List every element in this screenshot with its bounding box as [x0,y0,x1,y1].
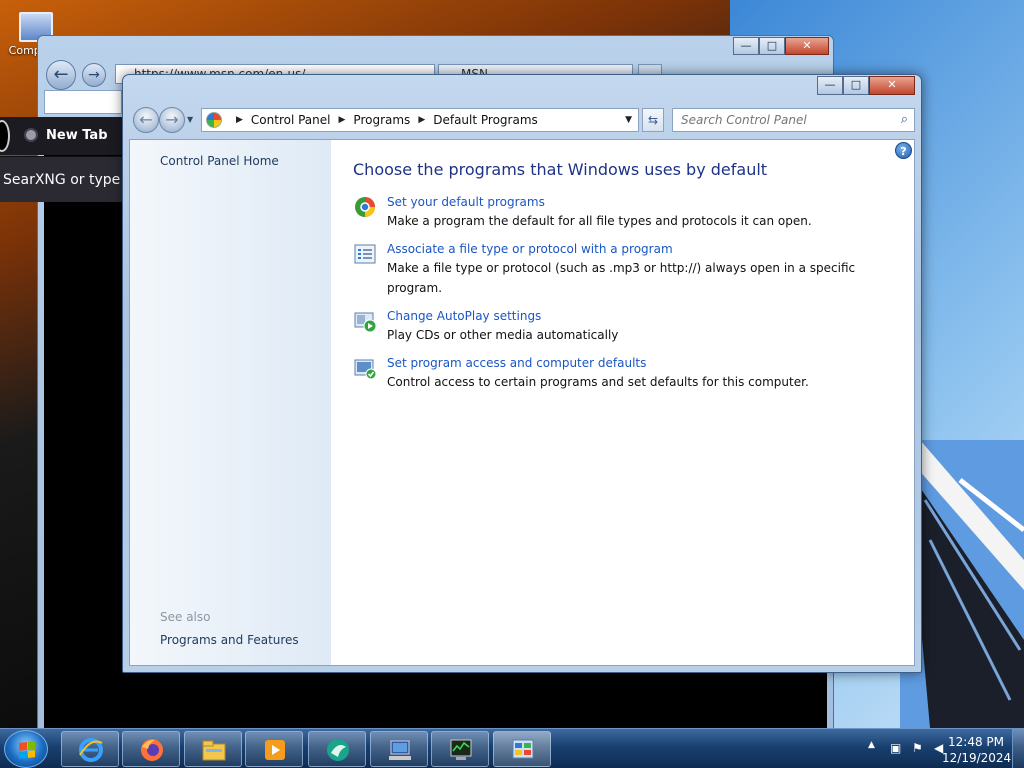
firefox-tab-label[interactable]: New Tab [46,128,108,143]
taskbar-network[interactable] [370,731,428,767]
breadcrumb-control-panel[interactable]: Control Panel [251,113,331,127]
taskbar-internet-explorer[interactable] [61,731,119,767]
breadcrumb-programs[interactable]: Programs [353,113,410,127]
chevron-right-icon[interactable]: ▶ [418,115,425,125]
page-title: Choose the programs that Windows uses by… [353,160,768,179]
taskbar-control-panel[interactable] [493,731,551,767]
left-navigation-pane: Control Panel Home See also Programs and… [130,140,331,665]
taskbar-app[interactable] [308,731,366,767]
minimize-button[interactable]: — [733,37,759,55]
program-access-icon [354,359,377,380]
clock-date: 12/19/2024 [942,751,1012,765]
forward-button[interactable]: → [159,107,185,133]
search-box[interactable]: ⌕ [672,108,915,132]
maximize-button[interactable]: □ [843,76,869,95]
task-associate-file-type: Associate a file type or protocol with a… [353,240,884,298]
close-button[interactable]: ✕ [785,37,829,55]
change-autoplay-settings-link[interactable]: Change AutoPlay settings [387,307,884,325]
autoplay-icon [354,312,377,333]
action-center-flag-icon[interactable]: ⚑ [912,741,926,755]
address-dropdown-icon[interactable]: ▼ [625,115,632,125]
windows-logo-icon [19,741,35,759]
file-association-icon [354,244,376,264]
control-panel-icon [512,739,534,759]
programs-and-features-link[interactable]: Programs and Features [160,633,299,647]
set-default-programs-link[interactable]: Set your default programs [387,193,884,211]
task-program-access: Set program access and computer defaults… [353,354,884,392]
refresh-button[interactable]: ⇆ [642,108,664,132]
help-icon[interactable]: ? [895,142,912,159]
show-desktop-button[interactable] [1012,729,1024,768]
task-manager-icon [450,739,472,760]
taskbar-task-manager[interactable] [431,731,489,767]
main-content: Choose the programs that Windows uses by… [353,160,884,401]
firefox-icon [141,739,163,761]
show-hidden-icons-button[interactable]: ▲ [868,740,875,750]
clock[interactable]: 12:48 PM 12/19/2024 [942,734,1012,766]
taskbar-file-explorer[interactable] [184,731,242,767]
close-button[interactable]: ✕ [869,76,915,95]
start-button[interactable] [4,730,48,768]
chevron-right-icon[interactable]: ▶ [339,115,346,125]
browser-back-button[interactable]: ← [46,60,76,90]
taskbar-firefox[interactable] [122,731,180,767]
app-icon [327,739,349,761]
browser-forward-button[interactable]: → [82,63,106,87]
task-description: Make a program the default for all file … [387,214,812,228]
task-description: Play CDs or other media automatically [387,328,619,342]
navigation-bar: ← → ▼ ▶ Control Panel ▶ Programs ▶ Defau… [129,106,915,134]
network-icon [389,740,411,760]
network-status-icon[interactable]: ▣ [890,741,904,755]
task-autoplay: Change AutoPlay settings Play CDs or oth… [353,307,884,345]
default-programs-icon [355,197,375,217]
tab-favicon-icon [24,128,38,142]
file-explorer-icon [202,740,226,761]
set-program-access-link[interactable]: Set program access and computer defaults [387,354,884,372]
search-icon[interactable]: ⌕ [901,112,908,127]
recent-pages-chevron-icon[interactable]: ▼ [187,115,193,124]
back-button[interactable]: ← [133,107,159,133]
clock-time: 12:48 PM [948,735,1004,749]
task-set-default-programs: Set your default programs Make a program… [353,193,884,231]
media-player-icon [265,740,285,760]
task-description: Control access to certain programs and s… [387,375,809,389]
system-tray: ▲ ▣ ⚑ ◀ 12:48 PM 12/19/2024 [824,729,1024,768]
window-content: Control Panel Home See also Programs and… [129,139,915,666]
avatar [0,120,10,152]
internet-explorer-icon [79,738,103,762]
associate-file-type-link[interactable]: Associate a file type or protocol with a… [387,240,884,258]
minimize-button[interactable]: — [817,76,843,95]
search-input[interactable] [673,109,883,131]
taskbar: ▲ ▣ ⚑ ◀ 12:48 PM 12/19/2024 [0,728,1024,768]
see-also-heading: See also [160,610,211,624]
maximize-button[interactable]: □ [759,37,785,55]
browser-toolbar-box[interactable] [44,90,122,114]
control-panel-home-link[interactable]: Control Panel Home [160,154,279,168]
control-panel-icon [206,112,222,128]
control-panel-window[interactable]: — □ ✕ ← → ▼ ▶ Control Panel ▶ Programs ▶… [122,74,922,673]
address-bar[interactable]: ▶ Control Panel ▶ Programs ▶ Default Pro… [201,108,639,132]
firefox-url-bar[interactable]: SearXNG or type a URL [0,156,124,202]
taskbar-media-player[interactable] [245,731,303,767]
task-description: Make a file type or protocol (such as .m… [387,261,856,295]
chevron-right-icon[interactable]: ▶ [236,115,243,125]
breadcrumb-default-programs[interactable]: Default Programs [433,113,538,127]
firefox-tabstrip[interactable]: New Tab [0,117,124,155]
